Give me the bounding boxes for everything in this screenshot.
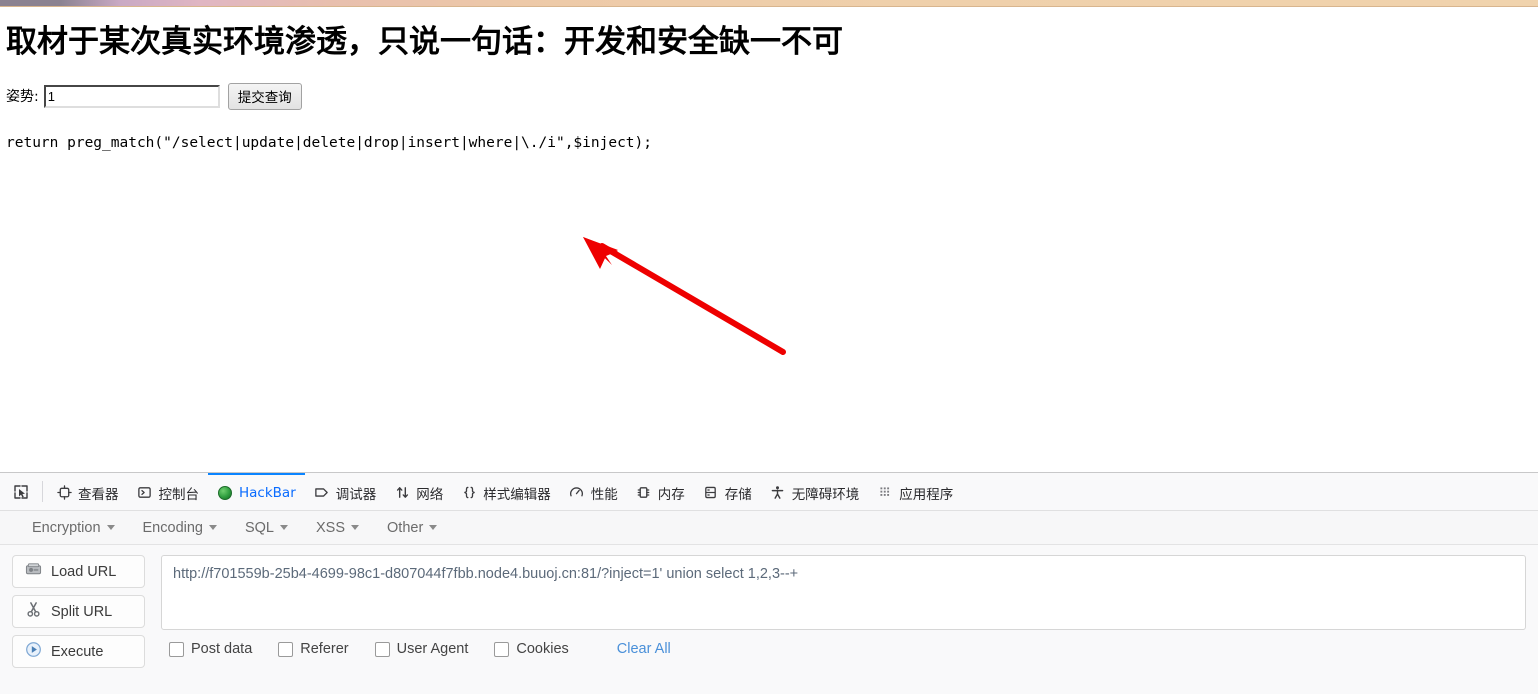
tab-label: 查看器 (78, 486, 119, 503)
annotation-arrow (583, 237, 786, 355)
tab-style-editor[interactable]: 样式编辑器 (452, 473, 560, 510)
scissors-icon (25, 601, 42, 622)
hackbar-body: Load URL Split URL Execute http://f70155… (0, 545, 1538, 668)
page-title: 取材于某次真实环境渗透，只说一句话：开发和安全缺一不可 (6, 24, 843, 60)
element-picker-icon[interactable] (4, 473, 38, 510)
chevron-down-icon (429, 525, 438, 530)
menu-xss[interactable]: XSS (302, 517, 373, 539)
posture-input[interactable] (43, 84, 220, 108)
query-form: 姿势: 提交查询 (6, 82, 1538, 110)
checkbox-label: User Agent (396, 641, 469, 657)
devtools-panel: 查看器 控制台 HackBar 调试器 网络 样式编辑器 性能 内存 存储 无障… (0, 472, 1538, 694)
tab-label: 存储 (724, 486, 752, 503)
button-label: Split URL (51, 603, 113, 620)
tab-network[interactable]: 网络 (385, 473, 452, 510)
tab-label: 无障碍环境 (791, 486, 860, 503)
debugger-icon (314, 485, 330, 501)
tab-inspector[interactable]: 查看器 (47, 473, 128, 510)
menu-sql[interactable]: SQL (231, 517, 302, 539)
tab-memory[interactable]: 内存 (627, 473, 694, 510)
tab-label: 内存 (657, 486, 685, 503)
play-icon (25, 641, 42, 662)
chevron-down-icon (208, 525, 217, 530)
tab-accessibility[interactable]: 无障碍环境 (761, 473, 869, 510)
tab-debugger[interactable]: 调试器 (305, 473, 386, 510)
button-label: Load URL (51, 563, 117, 580)
menu-label: Other (387, 519, 424, 536)
clear-all-link[interactable]: Clear All (617, 641, 671, 657)
menu-label: Encryption (32, 519, 101, 536)
submit-query-button[interactable]: 提交查询 (227, 82, 302, 110)
menu-label: XSS (316, 519, 346, 536)
load-url-button[interactable]: Load URL (12, 555, 145, 588)
network-icon (394, 485, 410, 501)
checkbox-box (169, 641, 184, 657)
inspector-icon (56, 485, 72, 501)
tab-label: 应用程序 (899, 486, 954, 503)
checkbox-box (494, 641, 510, 657)
menu-encryption[interactable]: Encryption (18, 517, 129, 539)
chevron-down-icon (106, 525, 115, 530)
web-page-content: 取材于某次真实环境渗透，只说一句话：开发和安全缺一不可 姿势: 提交查询 ret… (0, 7, 1538, 472)
checkbox-cookies[interactable]: Cookies (494, 641, 569, 657)
hackbar-url-area: http://f701559b-25b4-4699-98c1-d807044f7… (145, 555, 1526, 668)
application-icon (877, 485, 893, 501)
url-input[interactable]: http://f701559b-25b4-4699-98c1-d807044f7… (161, 555, 1526, 630)
accessibility-icon (770, 485, 786, 501)
split-url-button[interactable]: Split URL (12, 595, 145, 628)
checkbox-box (374, 641, 390, 657)
memory-icon (636, 485, 652, 501)
button-label: Execute (51, 643, 104, 660)
menu-other[interactable]: Other (373, 517, 451, 539)
tab-label: 样式编辑器 (483, 486, 551, 503)
tab-application[interactable]: 应用程序 (868, 473, 962, 510)
load-url-icon (25, 561, 42, 582)
menu-encoding[interactable]: Encoding (129, 517, 231, 539)
posture-label: 姿势: (6, 89, 39, 106)
checkbox-label: Referer (300, 641, 349, 657)
checkbox-box (278, 641, 294, 657)
tab-label: 控制台 (158, 486, 200, 503)
menu-label: Encoding (142, 519, 203, 536)
tab-hackbar[interactable]: HackBar (208, 473, 305, 510)
checkbox-label: Cookies (516, 641, 569, 657)
style-editor-icon (461, 485, 477, 501)
checkbox-referer[interactable]: Referer (278, 641, 349, 657)
devtools-tabbar: 查看器 控制台 HackBar 调试器 网络 样式编辑器 性能 内存 存储 无障… (0, 473, 1538, 511)
console-icon (137, 485, 153, 501)
tab-console[interactable]: 控制台 (128, 473, 209, 510)
hackbar-action-buttons: Load URL Split URL Execute (12, 555, 145, 668)
performance-icon (569, 485, 585, 501)
storage-icon (703, 485, 719, 501)
checkbox-post-data[interactable]: Post data (169, 641, 252, 657)
tab-label: 网络 (416, 486, 444, 503)
checkbox-label: Post data (191, 641, 253, 657)
chevron-down-icon (351, 525, 360, 530)
tab-label: 调试器 (335, 486, 377, 503)
menu-label: SQL (244, 519, 274, 536)
execute-button[interactable]: Execute (12, 635, 145, 668)
checkbox-user-agent[interactable]: User Agent (374, 641, 469, 657)
tab-storage[interactable]: 存储 (694, 473, 761, 510)
hackbar-icon (217, 485, 233, 501)
tab-performance[interactable]: 性能 (560, 473, 627, 510)
toolbar-divider (42, 481, 43, 502)
tab-label: HackBar (239, 484, 296, 501)
hackbar-options-row: Post data Referer User Agent Cookies Cle… (161, 641, 1526, 657)
hackbar-menubar: Encryption Encoding SQL XSS Other (0, 511, 1538, 545)
preg-match-code: return preg_match("/select|update|delete… (6, 134, 653, 151)
tab-label: 性能 (590, 486, 618, 503)
chevron-down-icon (280, 525, 288, 530)
